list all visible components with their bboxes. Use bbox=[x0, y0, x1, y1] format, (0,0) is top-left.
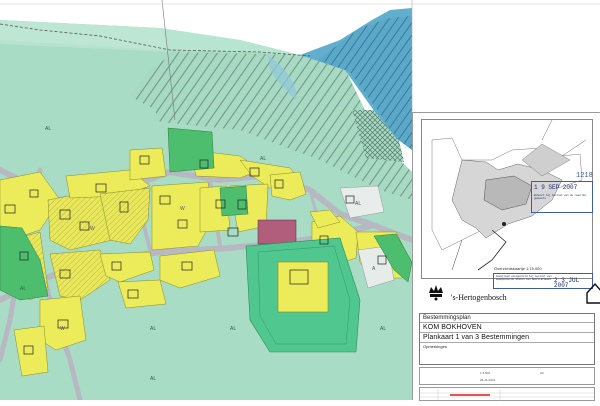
svg-text:W: W bbox=[180, 206, 185, 212]
notes-label: Opmerkingen bbox=[420, 342, 594, 350]
meta-block: 1:2.500 A0 26-11-2004 bbox=[419, 367, 595, 385]
title-panel: Overzichtskaartje 1:15.000 1 9 SEP 2007 … bbox=[412, 112, 600, 401]
farm-site bbox=[245, 237, 361, 353]
svg-text:AL: AL bbox=[20, 286, 26, 292]
org-name: 's-Hertogenbosch bbox=[451, 293, 507, 302]
stamp-ref: 1218 bbox=[576, 172, 593, 180]
svg-text:W: W bbox=[90, 226, 95, 232]
crown-logo-icon bbox=[429, 285, 443, 301]
plan-name: KOM BOKHOVEN bbox=[420, 322, 594, 332]
svg-text:AL: AL bbox=[230, 326, 236, 332]
svg-text:W: W bbox=[60, 326, 65, 332]
sheet-title: Plankaart 1 van 3 Bestemmingen bbox=[420, 332, 594, 342]
svg-text:AL: AL bbox=[150, 326, 156, 332]
stamp-approve-text: Behoort bij besluit van de raad der geme… bbox=[534, 194, 587, 200]
org-header: 's-Hertogenbosch bbox=[417, 281, 600, 309]
svg-text:AL: AL bbox=[260, 156, 266, 162]
plan-type: Bestemmingsplan bbox=[423, 315, 471, 321]
svg-text:AL: AL bbox=[150, 376, 156, 382]
svg-text:AL: AL bbox=[380, 326, 386, 332]
svg-text:AL: AL bbox=[45, 126, 51, 132]
revision-table bbox=[419, 387, 595, 401]
svg-text:AL: AL bbox=[355, 201, 361, 207]
mixed-use-zone bbox=[257, 219, 297, 245]
approval-stamp-1: 1 9 SEP 2007 Behoort bij besluit van de … bbox=[531, 173, 593, 213]
stamp-date-1: 1 9 SEP 2007 bbox=[534, 184, 578, 191]
inset-caption: Overzichtskaartje 1:15.000 bbox=[494, 266, 542, 271]
date-value: 26-11-2004 bbox=[480, 378, 496, 382]
scale-value: 1:2.500 bbox=[480, 371, 491, 375]
house-logo-icon bbox=[586, 282, 600, 304]
format-value: A0 bbox=[540, 371, 544, 375]
title-block: Bestemmingsplan KOM BOKHOVEN Plankaart 1… bbox=[419, 313, 595, 365]
